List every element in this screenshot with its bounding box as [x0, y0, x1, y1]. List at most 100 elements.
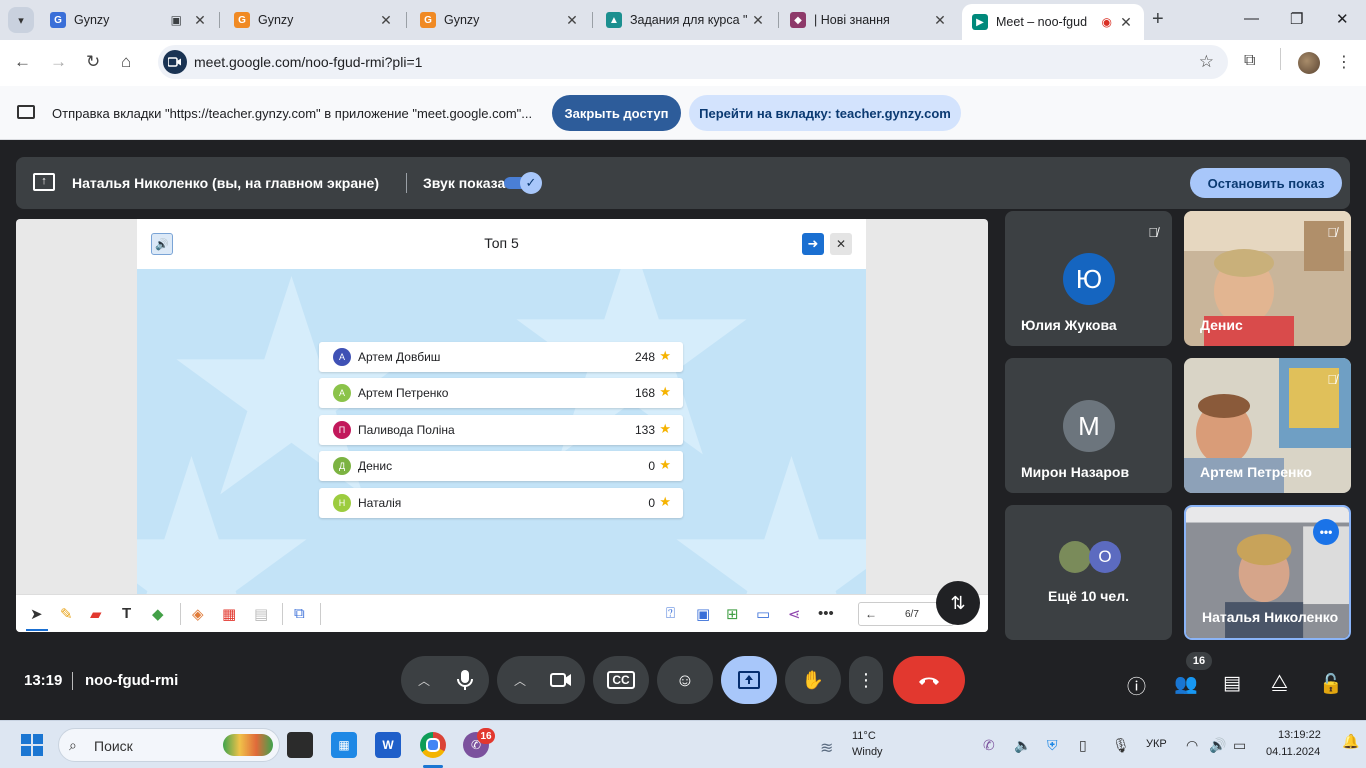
browser-tab-gynzy-3[interactable]: G Gynzy ✕: [410, 4, 590, 36]
eraser-icon[interactable]: ▰: [90, 605, 102, 623]
go-to-tab-button[interactable]: Перейти на вкладку: teacher.gynzy.com: [689, 95, 961, 131]
chevron-up-icon[interactable]: ︿: [418, 672, 430, 689]
extensions-icon[interactable]: ⧉: [1244, 52, 1255, 70]
microphone-tray-icon[interactable]: 🎙: [1112, 737, 1130, 754]
more-icon[interactable]: •••: [818, 605, 834, 622]
folder-icon[interactable]: ▭: [756, 605, 770, 623]
microphone-button[interactable]: [437, 656, 493, 704]
bookmark-star-icon[interactable]: ☆: [1199, 52, 1214, 72]
swap-arrows-icon[interactable]: ⇅: [936, 581, 980, 625]
student-score: 0: [648, 496, 655, 510]
task-view-icon[interactable]: [287, 732, 313, 758]
viber-tray-icon[interactable]: ✆: [983, 737, 995, 754]
tab-close-icon[interactable]: ✕: [378, 12, 394, 29]
system-date[interactable]: 04.11.2024: [1266, 746, 1320, 758]
profile-avatar[interactable]: [1298, 52, 1320, 74]
text-tool-icon[interactable]: T: [122, 605, 131, 622]
browser-tab-meet[interactable]: ▶ Meet – noo-fgud ◉ ✕: [962, 4, 1144, 40]
input-language[interactable]: УКР: [1146, 738, 1167, 750]
browser-tab-classroom[interactable]: ▲ Задания для курса " ✕: [596, 4, 776, 36]
windows-start-icon[interactable]: [21, 734, 43, 756]
meeting-info-icon[interactable]: ⓘ: [1127, 672, 1146, 699]
reload-icon[interactable]: ↻: [86, 52, 100, 72]
chat-icon[interactable]: ▤: [1223, 672, 1241, 695]
tab-search-button[interactable]: ▾: [8, 7, 34, 33]
tab-close-icon[interactable]: ✕: [750, 12, 766, 29]
usb-icon[interactable]: ▯: [1079, 737, 1087, 754]
participant-tile[interactable]: 🎙̸ Артем Петренко: [1184, 358, 1351, 493]
site-info-icon[interactable]: [163, 50, 187, 74]
participant-tile[interactable]: Ю 🎙̸ Юлия Жукова: [1005, 211, 1172, 346]
shapes-icon[interactable]: ◆: [152, 605, 164, 623]
avatar: Н: [333, 494, 351, 512]
volume-tray-icon[interactable]: 🔈: [1014, 737, 1031, 754]
share-audio-toggle[interactable]: ✓: [504, 172, 542, 194]
battery-icon[interactable]: ▭: [1233, 737, 1246, 754]
participant-tile[interactable]: 🎙̸ Денис: [1184, 211, 1351, 346]
arrow-left-icon[interactable]: ←: [865, 607, 877, 621]
novi-znannya-favicon-icon: ◆: [790, 12, 806, 28]
home-icon[interactable]: ⌂: [121, 52, 131, 72]
browser-tab-gynzy-2[interactable]: G Gynzy ✕: [224, 4, 404, 36]
add-slide-icon[interactable]: ⊞: [726, 605, 739, 623]
participant-tile[interactable]: М Мирон Назаров: [1005, 358, 1172, 493]
arrow-right-icon[interactable]: ➜: [802, 233, 824, 255]
avatar: М: [1063, 400, 1115, 452]
tab-close-icon[interactable]: ✕: [932, 12, 948, 29]
back-icon[interactable]: ←: [14, 52, 31, 72]
present-button[interactable]: [721, 656, 777, 704]
self-view-tile[interactable]: ••• Наталья Николенко: [1184, 505, 1351, 640]
close-icon[interactable]: ✕: [830, 233, 852, 255]
leave-call-button[interactable]: [893, 656, 965, 704]
reactions-button[interactable]: ☺: [657, 656, 713, 704]
widgets-icon[interactable]: ⧉: [294, 605, 305, 622]
restore-icon[interactable]: ❐: [1290, 10, 1303, 28]
cursor-icon[interactable]: ➤: [30, 605, 43, 623]
save-icon[interactable]: ▣: [696, 605, 710, 623]
tab-close-icon[interactable]: ✕: [1118, 14, 1134, 31]
security-shield-icon[interactable]: ⛨: [1047, 737, 1058, 754]
wifi-icon[interactable]: ◠: [1186, 737, 1198, 754]
tools-icon[interactable]: ◈: [192, 605, 204, 623]
layers-icon[interactable]: ▦: [222, 605, 236, 623]
more-participants-tile[interactable]: О Ещё 10 чел.: [1005, 505, 1172, 640]
tab-close-icon[interactable]: ✕: [192, 12, 208, 29]
grid-icon[interactable]: ▤: [254, 605, 268, 623]
host-controls-icon[interactable]: 🔓: [1319, 672, 1343, 696]
stop-access-button[interactable]: Закрыть доступ: [552, 95, 681, 131]
more-options-button[interactable]: ⋮: [849, 656, 883, 704]
share-icon[interactable]: ⋖: [788, 605, 801, 623]
speaker-icon[interactable]: 🔊: [1209, 737, 1226, 754]
window-close-icon[interactable]: ✕: [1336, 10, 1349, 28]
raise-hand-button[interactable]: ✋: [785, 656, 841, 704]
captions-button[interactable]: CC: [593, 656, 649, 704]
avatar: Ю: [1063, 253, 1115, 305]
activities-icon[interactable]: ⧋: [1271, 672, 1288, 694]
forward-icon[interactable]: →: [50, 52, 67, 72]
notification-bell-icon[interactable]: 🔔: [1342, 733, 1359, 750]
more-participants-label: Ещё 10 чел.: [1048, 588, 1129, 604]
store-icon[interactable]: ▦: [331, 732, 357, 758]
presenting-bar: ↑ Наталья Николенко (вы, на главном экра…: [16, 157, 1350, 209]
minimize-icon[interactable]: —: [1244, 10, 1259, 27]
address-bar[interactable]: meet.google.com/noo-fgud-rmi?pli=1 ☆: [158, 45, 1228, 79]
system-time[interactable]: 13:19:22: [1278, 729, 1321, 741]
chevron-up-icon[interactable]: ︿: [514, 672, 526, 689]
active-tool-indicator: [26, 629, 48, 631]
people-icon[interactable]: 👥: [1174, 672, 1198, 696]
chrome-icon[interactable]: [420, 732, 446, 758]
meet-app: ↑ Наталья Николенко (вы, на главном экра…: [0, 141, 1366, 720]
taskbar-search[interactable]: ⌕ Поиск: [58, 728, 280, 762]
pencil-icon[interactable]: ✎: [60, 605, 73, 623]
tab-close-icon[interactable]: ✕: [564, 12, 580, 29]
help-icon[interactable]: ⍰: [666, 605, 675, 622]
stop-presenting-button[interactable]: Остановить показ: [1190, 168, 1342, 198]
menu-dots-icon[interactable]: ⋮: [1336, 52, 1352, 72]
star-icon: ★: [659, 348, 671, 363]
camera-button[interactable]: [533, 656, 589, 704]
browser-tab-gynzy-1[interactable]: G Gynzy ▣ ✕: [40, 4, 218, 36]
new-tab-icon[interactable]: +: [1152, 8, 1164, 31]
browser-tab-novi-znannya[interactable]: ◆ | Нові знання ✕: [780, 4, 958, 36]
more-options-icon[interactable]: •••: [1313, 519, 1339, 545]
word-icon[interactable]: W: [375, 732, 401, 758]
